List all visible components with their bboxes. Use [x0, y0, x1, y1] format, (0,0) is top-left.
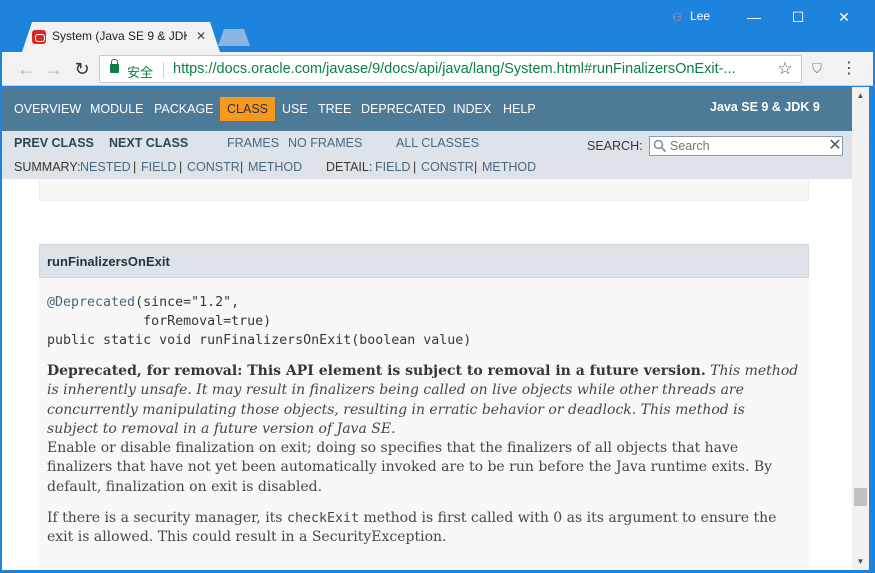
- detail-field-link[interactable]: FIELD: [375, 160, 410, 174]
- lock-icon: [110, 59, 119, 73]
- tab-title: System (Java SE 9 & JDK: [52, 29, 187, 43]
- method-name: runFinalizersOnExit: [47, 254, 170, 269]
- signature-line: public static void runFinalizersOnExit(b…: [47, 333, 472, 348]
- summary-label: SUMMARY:: [14, 160, 81, 174]
- summary-divider: |: [133, 160, 137, 174]
- back-icon[interactable]: ←: [14, 57, 38, 81]
- close-window-icon[interactable]: ✕: [822, 4, 866, 30]
- search-input[interactable]: [670, 138, 820, 154]
- annotation-args: (since="1.2",: [135, 295, 240, 310]
- method-description: Deprecated, for removal: This API elemen…: [47, 362, 799, 548]
- nav-deprecated[interactable]: DEPRECATED: [361, 100, 446, 118]
- detail-divider: |: [474, 160, 478, 174]
- summary-method-link[interactable]: METHOD: [248, 160, 302, 174]
- detail-constr-link[interactable]: CONSTR: [421, 160, 474, 174]
- previous-method-block: [39, 179, 809, 201]
- browser-toolbar: ← → ↻ 安全 https://docs.oracle.com/javase/…: [2, 52, 873, 86]
- nav-use[interactable]: USE: [282, 100, 308, 118]
- scroll-down-icon[interactable]: ▼: [852, 553, 869, 570]
- browser-tab[interactable]: System (Java SE 9 & JDK ✕: [22, 22, 220, 52]
- search-box[interactable]: ✕: [649, 136, 843, 156]
- method-header: runFinalizersOnExit: [39, 244, 809, 278]
- annotation-removal: forRemoval=true): [47, 314, 272, 329]
- detail-label: DETAIL:: [326, 160, 373, 174]
- nav-class[interactable]: CLASS: [220, 97, 275, 121]
- maximize-icon[interactable]: ☐: [776, 4, 820, 30]
- clear-search-icon[interactable]: ✕: [827, 137, 843, 155]
- checkexit-code: checkExit: [286, 511, 359, 527]
- new-tab-button[interactable]: [218, 29, 250, 46]
- method-detail-block: runFinalizersOnExit @Deprecated(since="1…: [39, 244, 809, 570]
- vertical-scrollbar[interactable]: ▲ ▼: [852, 87, 869, 570]
- detail-divider: |: [413, 160, 417, 174]
- description-paragraph: Enable or disable finalization on exit; …: [47, 440, 773, 495]
- scroll-thumb[interactable]: [854, 488, 867, 506]
- reload-icon[interactable]: ↻: [70, 57, 94, 81]
- no-frames-link[interactable]: NO FRAMES: [288, 136, 362, 150]
- summary-divider: |: [240, 160, 244, 174]
- menu-icon[interactable]: ⋮: [840, 58, 858, 80]
- security-paragraph: If there is a security manager, its chec…: [47, 509, 799, 548]
- security-text: If there is a security manager, its: [47, 510, 287, 527]
- address-divider: [163, 62, 164, 78]
- url-text[interactable]: https://docs.oracle.com/javase/9/docs/ap…: [173, 61, 773, 77]
- nav-package[interactable]: PACKAGE: [154, 100, 214, 118]
- nav-help[interactable]: HELP: [503, 100, 536, 118]
- detail-method-link[interactable]: METHOD: [482, 160, 536, 174]
- search-label: SEARCH:: [587, 139, 643, 153]
- window-border: [869, 87, 875, 573]
- bookmark-star-icon[interactable]: ☆: [775, 59, 795, 79]
- search-icon: [653, 139, 667, 153]
- profile-button[interactable]: ⚇ Lee: [672, 9, 710, 25]
- sub-nav: PREV CLASS NEXT CLASS FRAMES NO FRAMES A…: [2, 131, 852, 179]
- summary-nested-link[interactable]: NESTED: [80, 160, 131, 174]
- top-nav: OVERVIEW MODULE PACKAGE CLASS USE TREE D…: [2, 87, 852, 131]
- page-viewport: OVERVIEW MODULE PACKAGE CLASS USE TREE D…: [2, 87, 852, 570]
- oracle-favicon-icon: [32, 30, 46, 44]
- minimize-icon[interactable]: —: [732, 4, 776, 30]
- deprecation-notice: Deprecated, for removal: This API elemen…: [47, 363, 706, 379]
- summary-constr-link[interactable]: CONSTR: [187, 160, 240, 174]
- java-version-brand: Java SE 9 & JDK 9: [710, 100, 820, 114]
- summary-divider: |: [179, 160, 183, 174]
- next-class-link[interactable]: NEXT CLASS: [109, 136, 188, 150]
- forward-icon[interactable]: →: [42, 57, 66, 81]
- extension-shield-icon[interactable]: ⛉: [808, 59, 826, 79]
- tab-close-icon[interactable]: ✕: [194, 28, 208, 44]
- prev-class-link[interactable]: PREV CLASS: [14, 136, 94, 150]
- summary-field-link[interactable]: FIELD: [141, 160, 176, 174]
- nav-module[interactable]: MODULE: [90, 100, 143, 118]
- title-bar: System (Java SE 9 & JDK ✕ ⚇ Lee — ☐ ✕: [0, 0, 875, 52]
- nav-tree[interactable]: TREE: [318, 100, 351, 118]
- user-icon: ⚇: [672, 12, 682, 24]
- nav-overview[interactable]: OVERVIEW: [14, 100, 81, 118]
- method-signature: @Deprecated(since="1.2", forRemoval=true…: [47, 293, 471, 350]
- address-bar[interactable]: 安全 https://docs.oracle.com/javase/9/docs…: [99, 55, 802, 83]
- deprecated-annotation-link[interactable]: @Deprecated: [47, 295, 135, 310]
- all-classes-link[interactable]: ALL CLASSES: [396, 136, 479, 150]
- secure-label: 安全: [127, 65, 154, 80]
- scroll-up-icon[interactable]: ▲: [852, 87, 869, 104]
- frames-link[interactable]: FRAMES: [227, 136, 279, 150]
- user-name: Lee: [690, 9, 711, 23]
- nav-index[interactable]: INDEX: [453, 100, 491, 118]
